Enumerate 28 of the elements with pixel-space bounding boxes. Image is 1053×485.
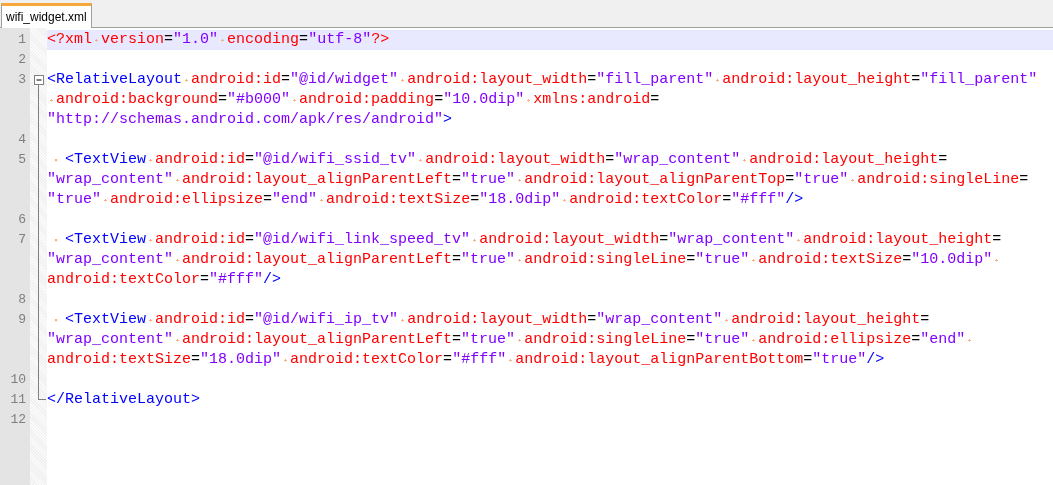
line-number: 1 — [18, 32, 26, 47]
code-line: <TextView android:id="@id/wifi_link_speed_tv" android:layout_width="wrap_content" android:layout_height= — [47, 230, 1053, 250]
code-line: <TextView android:id="@id/wifi_ip_tv" android:layout_width="wrap_content" android:layout_height= — [47, 310, 1053, 330]
code-line: "wrap_content" android:layout_alignParentLeft="true" android:singleLine="true" android:textSize="10.0dip" — [47, 250, 1053, 270]
code-line: android:textSize="18.0dip" android:textColor="#fff" android:layout_alignParentBottom="true"/> — [47, 350, 886, 370]
line-number: 11 — [10, 392, 26, 407]
code-line: "wrap_content" android:layout_alignParentLeft="true" android:singleLine="true" android:ellipsize="end" — [47, 330, 1053, 350]
code-line: "wrap_content" android:layout_alignParentLeft="true" android:layout_alignParentTop="true" android:singleLine= — [47, 170, 1030, 190]
code-line: "true" android:ellipsize="end" android:textSize="18.0dip" android:textColor="#fff"/> — [47, 190, 805, 210]
code-line: <RelativeLayout android:id="@id/widget" android:layout_width="fill_parent" android:layout_height="fill_parent" — [47, 70, 1039, 90]
line-number: 7 — [18, 232, 26, 247]
line-number: 9 — [18, 312, 26, 327]
code-line: </RelativeLayout> — [47, 390, 202, 410]
line-number: 3 — [18, 72, 26, 87]
code-line: android:textColor="#fff"/> — [47, 270, 283, 290]
code-line: <TextView android:id="@id/wifi_ssid_tv" android:layout_width="wrap_content" android:layout_height= — [47, 150, 1053, 170]
code-line: <?xml version="1.0" encoding="utf-8"?> — [47, 30, 391, 50]
line-number: 12 — [10, 412, 26, 427]
file-tab[interactable]: wifi_widget.xml — [1, 3, 92, 28]
line-number: 6 — [18, 212, 26, 227]
code-line: android:background="#b000" android:padding="10.0dip" xmlns:android= — [47, 90, 1053, 110]
code-line: "http://schemas.android.com/apk/res/android"> — [47, 110, 454, 130]
line-number: 5 — [18, 152, 26, 167]
line-number: 10 — [10, 372, 26, 387]
line-number: 8 — [18, 292, 26, 307]
line-number: 2 — [18, 52, 26, 67]
fold-minus-icon[interactable] — [33, 75, 44, 85]
line-number: 4 — [18, 132, 26, 147]
